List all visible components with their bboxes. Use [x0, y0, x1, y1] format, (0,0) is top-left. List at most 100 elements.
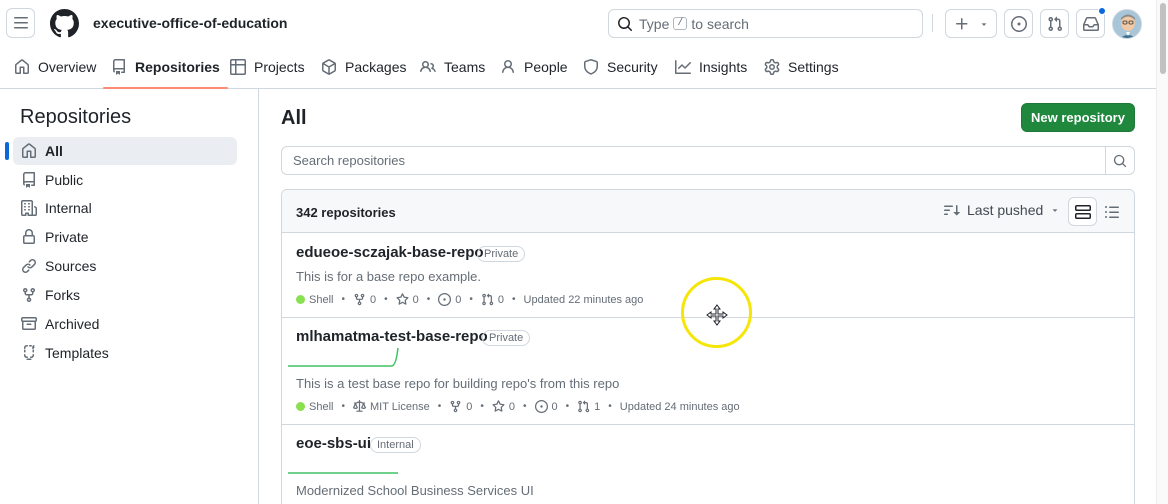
tab-security[interactable]: Security	[583, 46, 658, 88]
global-search-button[interactable]: Type / to search	[608, 9, 923, 38]
tab-projects[interactable]: Projects	[230, 46, 305, 88]
sidebar-item-label: Sources	[45, 258, 97, 274]
fork-icon	[354, 293, 365, 306]
view-toggle	[1068, 197, 1127, 226]
github-logo-icon[interactable]	[50, 9, 79, 38]
issues-button[interactable]	[1004, 9, 1033, 38]
pulls-value: 1	[594, 400, 601, 413]
issues-value: 0	[551, 400, 558, 413]
page-scrollbar[interactable]	[1156, 0, 1168, 504]
repo-name-link[interactable]: mlhamatma-test-base-repo	[296, 328, 488, 345]
git-pull-request-icon	[1047, 16, 1062, 31]
forks-value: 0	[369, 293, 377, 306]
issues-count[interactable]: 0	[438, 293, 461, 306]
updated-time: Updated 24 minutes ago	[619, 400, 740, 413]
sidebar-item-all[interactable]: All	[5, 137, 237, 165]
scrollbar-thumb[interactable]	[1160, 3, 1166, 74]
sidebar-item-label: Archived	[45, 316, 100, 332]
search-icon	[617, 16, 633, 32]
stars-value: 0	[508, 400, 515, 413]
table-icon	[230, 59, 246, 75]
repo-description: This is a test base repo for building re…	[296, 376, 620, 391]
link-icon	[21, 258, 37, 274]
search-prefix-text: Type	[639, 15, 670, 32]
new-repository-button[interactable]: New repository	[1021, 103, 1135, 132]
repo-count: 342 repositories	[296, 205, 396, 220]
sidebar-item-label: Public	[45, 172, 84, 188]
issue-opened-icon	[1010, 15, 1027, 32]
sidebar-item-internal[interactable]: Internal	[13, 194, 237, 222]
language-color-dot	[296, 402, 305, 411]
create-new-button[interactable]	[945, 9, 997, 38]
tab-label: Overview	[38, 59, 97, 75]
tab-label: Projects	[254, 59, 305, 75]
repo-filter-sidebar: Repositories All Public Internal Private…	[0, 89, 259, 504]
repo-list-item: eoe-sbs-ui Internal Modernized School Bu…	[282, 425, 1134, 504]
repo-name-link[interactable]: edueoe-sczajak-base-repo	[296, 244, 484, 261]
pulls-count[interactable]: 1	[577, 400, 600, 413]
sidebar-item-label: Private	[45, 229, 89, 245]
sidebar-item-templates[interactable]: Templates	[13, 339, 237, 367]
repo-language: Shell	[296, 294, 333, 306]
sidebar-item-archived[interactable]: Archived	[13, 310, 237, 338]
repo-name-link[interactable]: eoe-sbs-ui	[296, 435, 371, 452]
org-name-link[interactable]: executive-office-of-education	[93, 15, 287, 31]
license-label: MIT License	[369, 400, 430, 413]
tab-label: People	[524, 59, 568, 75]
tab-teams[interactable]: Teams	[420, 46, 485, 88]
sidebar-item-private[interactable]: Private	[13, 223, 237, 251]
meta-separator: •	[608, 401, 612, 412]
user-avatar[interactable]	[1112, 9, 1142, 39]
lock-repo-icon	[23, 229, 35, 244]
repo-icon	[113, 59, 125, 75]
meta-separator: •	[437, 401, 442, 412]
forks-count[interactable]: 0	[353, 293, 376, 306]
tab-overview[interactable]: Overview	[14, 46, 96, 88]
sidebar-item-forks[interactable]: Forks	[13, 281, 237, 309]
pulls-count[interactable]: 0	[481, 293, 504, 306]
tab-label: Insights	[699, 59, 748, 75]
meta-separator: •	[522, 401, 527, 412]
activity-sparkline	[288, 472, 398, 474]
repo-search-input[interactable]	[282, 147, 1105, 174]
org-nav-tabs: Overview Repositories Projects Packages …	[0, 46, 1156, 89]
language-label: Shell	[309, 293, 334, 306]
sidebar-item-label: Templates	[45, 345, 109, 361]
menu-button[interactable]	[6, 8, 35, 38]
repo-description: This is for a base repo example.	[296, 269, 481, 284]
list-view-button[interactable]	[1097, 197, 1126, 226]
template-icon	[24, 345, 35, 360]
visibility-badge: Private	[477, 246, 526, 262]
tab-label: Packages	[345, 59, 407, 75]
notification-indicator	[1098, 7, 1106, 15]
repo-description: Modernized School Business Services UI	[296, 483, 534, 498]
sidebar-item-public[interactable]: Public	[13, 166, 237, 194]
tab-insights[interactable]: Insights	[675, 46, 747, 88]
law-icon	[352, 400, 366, 412]
updated-time: Updated 22 minutes ago	[523, 293, 644, 306]
stars-count[interactable]: 0	[396, 293, 419, 306]
issues-count[interactable]: 0	[534, 400, 558, 413]
language-color-dot	[296, 295, 305, 304]
sidebar-title: Repositories	[20, 106, 132, 128]
tab-packages[interactable]: Packages	[321, 46, 406, 88]
tab-people[interactable]: People	[500, 46, 568, 88]
visibility-badge: Internal	[370, 437, 421, 453]
pull-requests-button[interactable]	[1040, 9, 1069, 38]
top-header: executive-office-of-education Type / to …	[0, 0, 1156, 46]
repo-search-button[interactable]	[1105, 147, 1134, 174]
stars-count[interactable]: 0	[492, 400, 515, 413]
sidebar-item-sources[interactable]: Sources	[13, 252, 237, 280]
search-icon	[1113, 154, 1127, 167]
sort-dropdown[interactable]: Last pushed	[944, 202, 1060, 218]
card-view-button[interactable]	[1068, 197, 1097, 226]
rows-icon	[1074, 204, 1091, 219]
tab-repositories[interactable]: Repositories	[103, 46, 228, 89]
tab-settings[interactable]: Settings	[764, 46, 839, 88]
repo-language: Shell	[296, 401, 333, 413]
stars-value: 0	[412, 293, 419, 306]
license: MIT License	[352, 400, 430, 413]
meta-separator: •	[469, 294, 473, 305]
forks-count[interactable]: 0	[449, 400, 472, 413]
search-shortcut-key: /	[673, 17, 688, 30]
